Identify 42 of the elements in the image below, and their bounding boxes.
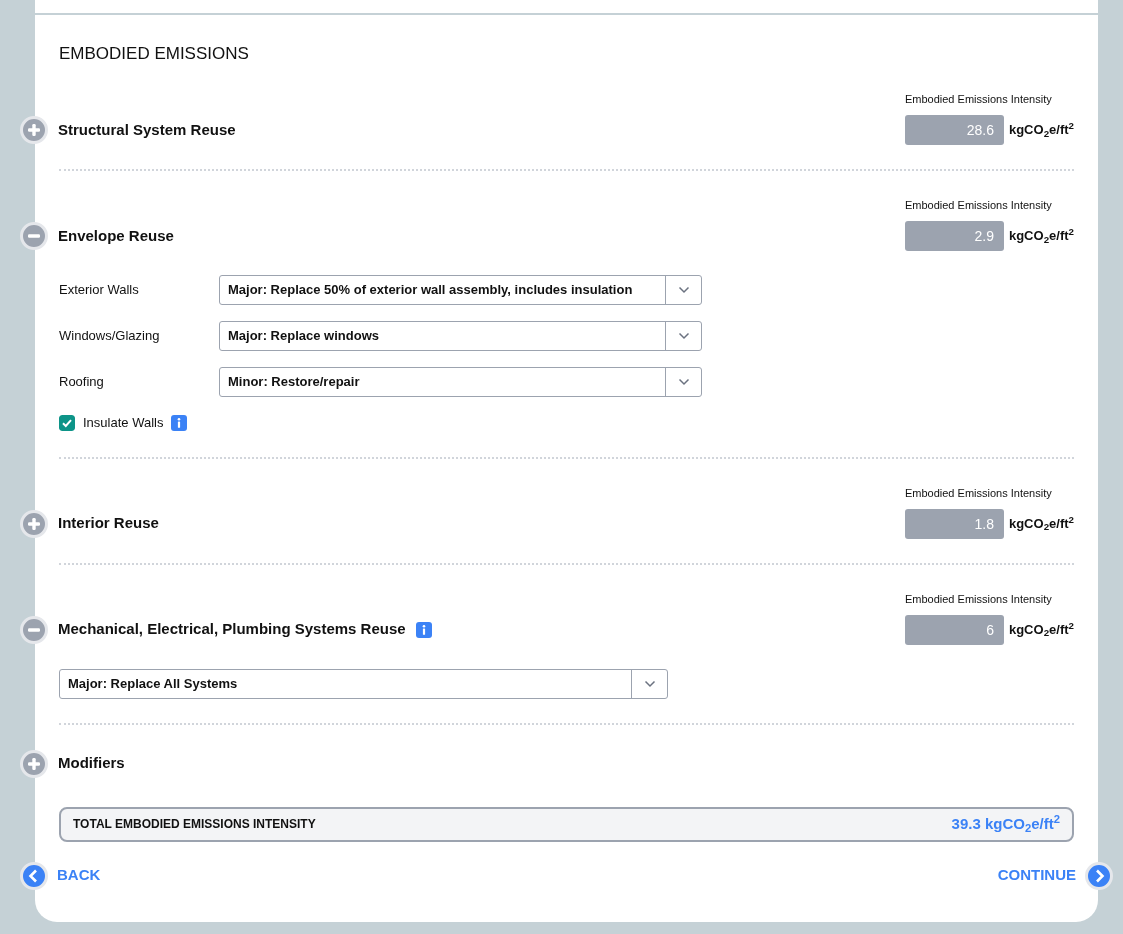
intensity-label: Embodied Emissions Intensity [904,486,1052,500]
unit-label: kgCO$_{2}$e/ft$^{2}$ [1008,619,1074,640]
collapse-icon[interactable] [20,222,48,250]
collapse-icon[interactable] [20,615,48,644]
section-title: Modifiers [58,753,125,774]
section-title: Structural System Reuse [58,119,236,140]
chevron-down-icon [643,679,656,688]
section-title: Mechanical, Electrical, Plumbing Systems Reuse [58,619,406,640]
expand-icon[interactable] [20,116,48,144]
field-label: Roofing [59,373,105,392]
info-icon[interactable] [171,414,188,431]
field-label: Windows/Glazing [59,327,161,346]
field-label: Exterior Walls [59,281,140,300]
continue-button[interactable]: CONTINUE [997,861,1113,890]
dropdown[interactable]: Major: Replace 50% of exterior wall assembly, includes insulation [219,275,702,305]
dropdown[interactable]: Major: Replace All Systems [59,668,668,699]
intensity-label: Embodied Emissions Intensity [904,199,1052,212]
intensity-value: 2.9 [904,221,1004,251]
total-label: TOTAL EMBODIED EMISSIONS INTENSITY [73,816,316,833]
total-value: 39.3 kgCO$_{2}$e/ft$^{2}$ [951,812,1060,836]
checkbox-label: Insulate Walls [83,414,164,432]
expand-icon[interactable] [20,509,48,538]
expand-icon[interactable] [20,749,48,778]
intensity-value: 1.8 [904,508,1004,539]
chevron-down-icon [677,378,690,386]
info-icon[interactable] [415,621,432,638]
intensity-label: Embodied Emissions Intensity [904,592,1052,606]
chevron-down-icon [677,286,690,294]
dropdown[interactable]: Minor: Restore/repair [219,367,702,397]
section-title: Interior Reuse [58,513,159,534]
unit-label: kgCO$_{2}$e/ft$^{2}$ [1008,120,1074,140]
intensity-label: Embodied Emissions Intensity [904,93,1052,106]
intensity-value: 6 [904,614,1004,645]
dropdown[interactable]: Major: Replace windows [219,321,702,351]
section-title: Envelope Reuse [58,225,174,246]
unit-label: kgCO$_{2}$e/ft$^{2}$ [1008,226,1074,246]
unit-label: kgCO$_{2}$e/ft$^{2}$ [1008,513,1074,534]
intensity-value: 28.6 [904,115,1004,145]
chevron-down-icon [677,332,690,340]
section-heading: EMBODIED EMISSIONS [59,43,250,65]
back-button[interactable]: BACK [20,861,101,890]
checkbox[interactable] [59,414,75,431]
